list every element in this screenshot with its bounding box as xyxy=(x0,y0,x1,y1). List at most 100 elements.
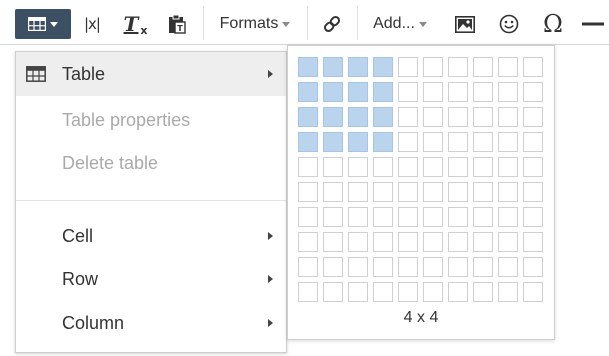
grid-cell[interactable] xyxy=(373,157,393,177)
grid-cell[interactable] xyxy=(398,257,418,277)
grid-cell[interactable] xyxy=(498,82,518,102)
grid-cell[interactable] xyxy=(473,157,493,177)
grid-cell[interactable] xyxy=(473,232,493,252)
grid-cell[interactable] xyxy=(373,57,393,77)
grid-cell[interactable] xyxy=(298,107,318,127)
grid-cell[interactable] xyxy=(498,257,518,277)
grid-cell[interactable] xyxy=(323,282,343,302)
grid-cell[interactable] xyxy=(298,132,318,152)
grid-cell[interactable] xyxy=(398,107,418,127)
grid-cell[interactable] xyxy=(423,157,443,177)
grid-cell[interactable] xyxy=(448,257,468,277)
grid-cell[interactable] xyxy=(448,82,468,102)
grid-cell[interactable] xyxy=(448,232,468,252)
grid-cell[interactable] xyxy=(498,132,518,152)
grid-cell[interactable] xyxy=(498,57,518,77)
grid-cell[interactable] xyxy=(348,132,368,152)
grid-cell[interactable] xyxy=(423,132,443,152)
grid-cell[interactable] xyxy=(523,282,543,302)
grid-cell[interactable] xyxy=(498,157,518,177)
grid-cell[interactable] xyxy=(473,132,493,152)
grid-cell[interactable] xyxy=(298,232,318,252)
grid-cell[interactable] xyxy=(398,82,418,102)
grid-cell[interactable] xyxy=(373,257,393,277)
grid-cell[interactable] xyxy=(448,107,468,127)
formats-dropdown[interactable]: Formats xyxy=(208,9,302,39)
special-character-button[interactable]: Ω xyxy=(536,9,570,39)
grid-cell[interactable] xyxy=(498,282,518,302)
grid-cell[interactable] xyxy=(323,257,343,277)
grid-cell[interactable] xyxy=(423,82,443,102)
menu-item-table[interactable]: Table xyxy=(16,52,286,96)
menu-item-column[interactable]: Column xyxy=(16,301,286,345)
grid-cell[interactable] xyxy=(298,82,318,102)
grid-cell[interactable] xyxy=(348,232,368,252)
grid-cell[interactable] xyxy=(348,157,368,177)
grid-cell[interactable] xyxy=(423,57,443,77)
grid-cell[interactable] xyxy=(498,207,518,227)
grid-cell[interactable] xyxy=(473,207,493,227)
grid-cell[interactable] xyxy=(373,282,393,302)
grid-cell[interactable] xyxy=(348,82,368,102)
grid-cell[interactable] xyxy=(523,107,543,127)
grid-cell[interactable] xyxy=(498,107,518,127)
grid-cell[interactable] xyxy=(448,57,468,77)
grid-cell[interactable] xyxy=(523,182,543,202)
grid-cell[interactable] xyxy=(523,157,543,177)
grid-cell[interactable] xyxy=(423,282,443,302)
grid-cell[interactable] xyxy=(423,232,443,252)
grid-cell[interactable] xyxy=(348,107,368,127)
grid-cell[interactable] xyxy=(298,157,318,177)
grid-cell[interactable] xyxy=(298,57,318,77)
grid-cell[interactable] xyxy=(348,57,368,77)
grid-cell[interactable] xyxy=(523,82,543,102)
grid-cell[interactable] xyxy=(398,182,418,202)
grid-cell[interactable] xyxy=(398,57,418,77)
grid-cell[interactable] xyxy=(348,207,368,227)
grid-cell[interactable] xyxy=(523,257,543,277)
grid-cell[interactable] xyxy=(398,157,418,177)
grid-cell[interactable] xyxy=(423,207,443,227)
grid-cell[interactable] xyxy=(323,207,343,227)
grid-cell[interactable] xyxy=(523,207,543,227)
grid-cell[interactable] xyxy=(348,257,368,277)
grid-cell[interactable] xyxy=(323,182,343,202)
grid-cell[interactable] xyxy=(473,182,493,202)
grid-cell[interactable] xyxy=(473,82,493,102)
grid-cell[interactable] xyxy=(448,282,468,302)
grid-cell[interactable] xyxy=(323,107,343,127)
grid-cell[interactable] xyxy=(398,282,418,302)
grid-cell[interactable] xyxy=(323,57,343,77)
table-menu-button[interactable] xyxy=(15,9,71,39)
grid-cell[interactable] xyxy=(523,57,543,77)
grid-cell[interactable] xyxy=(523,132,543,152)
grid-cell[interactable] xyxy=(348,182,368,202)
grid-cell[interactable] xyxy=(373,107,393,127)
menu-item-table-properties[interactable]: Table properties xyxy=(16,98,286,142)
grid-cell[interactable] xyxy=(473,107,493,127)
horizontal-rule-button[interactable] xyxy=(582,9,609,39)
grid-cell[interactable] xyxy=(298,257,318,277)
grid-cell[interactable] xyxy=(398,132,418,152)
grid-cell[interactable] xyxy=(423,107,443,127)
grid-cell[interactable] xyxy=(323,82,343,102)
grid-cell[interactable] xyxy=(423,182,443,202)
grid-cell[interactable] xyxy=(448,207,468,227)
grid-cell[interactable] xyxy=(473,57,493,77)
add-dropdown[interactable]: Add... xyxy=(362,9,438,39)
grid-cell[interactable] xyxy=(323,157,343,177)
grid-cell[interactable] xyxy=(373,182,393,202)
grid-cell[interactable] xyxy=(498,232,518,252)
grid-cell[interactable] xyxy=(298,182,318,202)
grid-cell[interactable] xyxy=(448,182,468,202)
grid-cell[interactable] xyxy=(523,232,543,252)
menu-item-cell[interactable]: Cell xyxy=(16,214,286,258)
insert-image-button[interactable] xyxy=(449,9,481,39)
menu-item-delete-table[interactable]: Delete table xyxy=(16,141,286,185)
grid-cell[interactable] xyxy=(348,282,368,302)
grid-cell[interactable] xyxy=(373,207,393,227)
grid-cell[interactable] xyxy=(398,207,418,227)
grid-cell[interactable] xyxy=(323,132,343,152)
grid-cell[interactable] xyxy=(498,182,518,202)
grid-cell[interactable] xyxy=(473,257,493,277)
